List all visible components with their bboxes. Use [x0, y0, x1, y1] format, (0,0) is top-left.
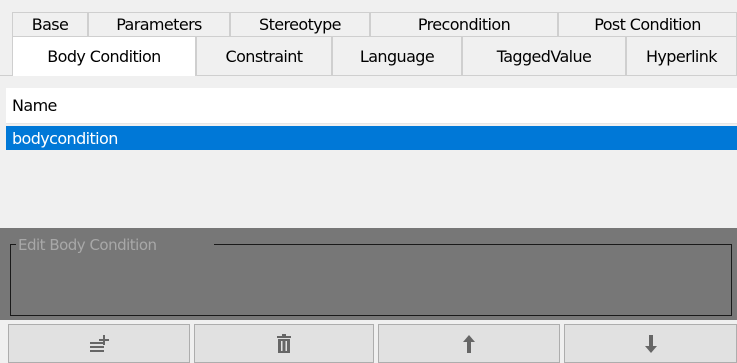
- tab-taggedvalue[interactable]: TaggedValue: [462, 36, 626, 75]
- tab-parameters[interactable]: Parameters: [88, 12, 230, 36]
- tab-hyperlink[interactable]: Hyperlink: [626, 36, 737, 75]
- tab-post-condition[interactable]: Post Condition: [558, 12, 737, 36]
- tab-constraint[interactable]: Constraint: [196, 36, 332, 75]
- group-frame-top-right: [214, 244, 732, 245]
- tab-base[interactable]: Base: [12, 12, 88, 36]
- list-item[interactable]: bodycondition: [6, 126, 737, 150]
- tab-language[interactable]: Language: [332, 36, 462, 75]
- arrow-down-icon: [644, 334, 658, 354]
- list-header-name[interactable]: Name: [6, 88, 737, 124]
- tab-precondition[interactable]: Precondition: [370, 12, 558, 36]
- condition-list[interactable]: Name bodycondition: [6, 88, 737, 228]
- edit-body-condition-group: Edit Body Condition: [0, 228, 737, 320]
- trash-icon: [275, 333, 293, 354]
- add-button[interactable]: [8, 324, 190, 363]
- tab-row-bottom: Body Condition Constraint Language Tagge…: [0, 36, 737, 76]
- move-down-button[interactable]: [564, 324, 737, 363]
- move-up-button[interactable]: [378, 324, 560, 363]
- tab-row-top: Base Parameters Stereotype Precondition …: [0, 12, 737, 36]
- delete-button[interactable]: [194, 324, 374, 363]
- group-frame-top-left: [10, 244, 16, 245]
- group-frame: [10, 244, 732, 316]
- tab-stereotype[interactable]: Stereotype: [230, 12, 370, 36]
- list-toolbar: [0, 324, 737, 363]
- group-legend: Edit Body Condition: [18, 236, 157, 254]
- add-line-icon: [88, 334, 110, 354]
- arrow-up-icon: [462, 334, 476, 354]
- tab-body-condition[interactable]: Body Condition: [12, 36, 196, 76]
